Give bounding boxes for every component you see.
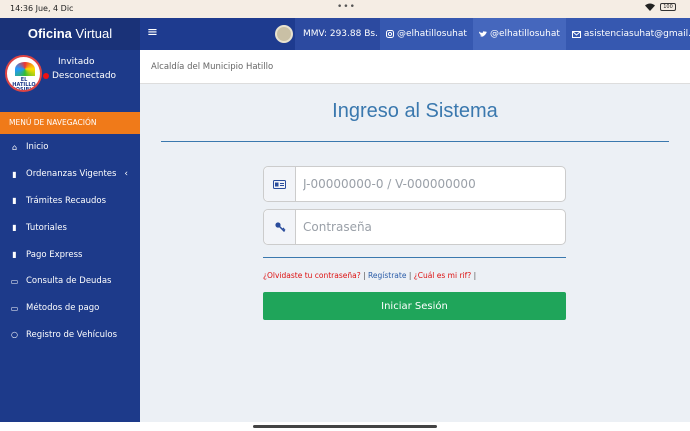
mmv-rate: MMV: 293.88 Bs. [295,18,386,50]
form-divider [263,257,566,258]
more-dots-icon[interactable]: ••• [337,2,356,12]
rif-help-link[interactable]: ¿Cuál es mi rif? [414,271,472,280]
nav-header: MENÚ DE NAVEGACIÓN [0,112,140,134]
sidebar-item-inicio[interactable]: ⌂ Inicio [0,134,140,161]
municipal-seal-icon [275,25,293,43]
top-navbar: Oficina Virtual ≡ MMV: 293.88 Bs. @elhat… [0,18,690,50]
sidebar-item-pago-express[interactable]: ▮ Pago Express [0,241,140,268]
register-link[interactable]: Regístrate [368,271,406,280]
forgot-password-link[interactable]: ¿Olvidaste tu contraseña? [263,271,361,280]
sidebar-item-label: Registro de Vehículos [26,329,117,340]
twitter-link[interactable]: @elhatillosuhat [472,18,566,50]
twitter-handle: @elhatillosuhat [489,29,560,39]
clock: 14:36 Jue, 4 Dic [10,4,74,13]
logo-text: EL HATILLO POSIBLE [12,77,36,92]
money-icon: ▭ [10,303,19,313]
file-icon: ▮ [12,250,17,260]
chevron-left-icon[interactable]: ‹ [124,169,128,179]
file-icon: ▮ [12,223,17,233]
sidebar-item-label: Ordenanzas Vigentes [26,169,117,180]
sidebar-item-ordenanzas-vigentes[interactable]: ▮ Ordenanzas Vigentes ‹ [0,161,140,188]
sidebar-item-label: Pago Express [26,249,83,260]
user-name: Invitado [58,57,95,67]
wifi-icon [645,3,655,11]
sidebar-item-consulta-de-deudas[interactable]: ▭ Consulta de Deudas [0,268,140,295]
sidebar-item-label: Métodos de pago [26,303,100,314]
sidebar-item-label: Inicio [26,142,49,153]
email-address: asistenciasuhat@gmail.com [583,29,690,39]
sidebar-item-métodos-de-pago[interactable]: ▭ Métodos de pago [0,295,140,322]
sidebar-item-trámites-recaudos[interactable]: ▮ Trámites Recaudos [0,188,140,215]
sidebar-item-registro-de-vehículos[interactable]: ○ Registro de Vehículos [0,322,140,349]
municipality-logo: EL HATILLO POSIBLE [5,55,42,92]
email-link[interactable]: asistenciasuhat@gmail.com [565,18,690,50]
title-divider [161,141,669,142]
twitter-icon [478,30,487,37]
status-dot-icon [43,73,49,79]
separator: | [360,271,369,280]
system-status-bar: 14:36 Jue, 4 Dic ••• 100 [0,0,690,18]
id-card-icon [264,167,296,201]
envelope-icon [571,30,581,38]
password-field[interactable] [263,209,566,245]
instagram-handle: @elhatillosuhat [397,29,467,39]
instagram-icon [386,30,394,38]
help-links: ¿Olvidaste tu contraseña? | Regístrate |… [263,271,476,280]
user-panel: EL HATILLO POSIBLE Invitado Desconectado [0,50,140,112]
brand-word-2: Virtual [75,26,113,41]
key-icon [264,210,296,244]
separator: | [471,271,477,280]
main-content: Alcaldía del Municipio Hatillo Ingreso a… [140,50,690,422]
breadcrumb: Alcaldía del Municipio Hatillo [140,50,690,84]
nav-list: ⌂ Inicio ▮ Ordenanzas Vigentes ‹ ▮ Trámites Re… [0,134,140,348]
file-icon: ▮ [12,169,17,179]
hamburger-icon[interactable]: ≡ [147,26,158,40]
password-input[interactable] [296,210,565,244]
sidebar-item-label: Trámites Recaudos [26,195,107,206]
user-status: Desconectado [43,71,116,81]
sidebar-item-tutoriales[interactable]: ▮ Tutoriales [0,214,140,241]
money-icon: ▭ [10,276,19,286]
circle-icon: ○ [11,330,18,340]
id-field[interactable] [263,166,566,202]
battery-icon: 100 [660,3,676,11]
sidebar-item-label: Tutoriales [26,222,67,233]
home-handle[interactable] [253,425,437,428]
home-icon: ⌂ [11,142,18,152]
separator: | [406,271,414,280]
instagram-link[interactable]: @elhatillosuhat [380,18,473,50]
id-input[interactable] [296,167,565,201]
sidebar-item-label: Consulta de Deudas [26,276,112,287]
page-title: Ingreso al Sistema [332,100,498,122]
brand-word-1: Oficina [27,26,72,41]
file-icon: ▮ [12,196,17,206]
status-text: Desconectado [52,71,117,81]
sidebar: EL HATILLO POSIBLE Invitado Desconectado… [0,50,140,422]
app-brand[interactable]: Oficina Virtual [0,18,140,50]
login-button[interactable]: Iniciar Sesión [263,292,566,320]
gesture-bar [0,422,690,431]
